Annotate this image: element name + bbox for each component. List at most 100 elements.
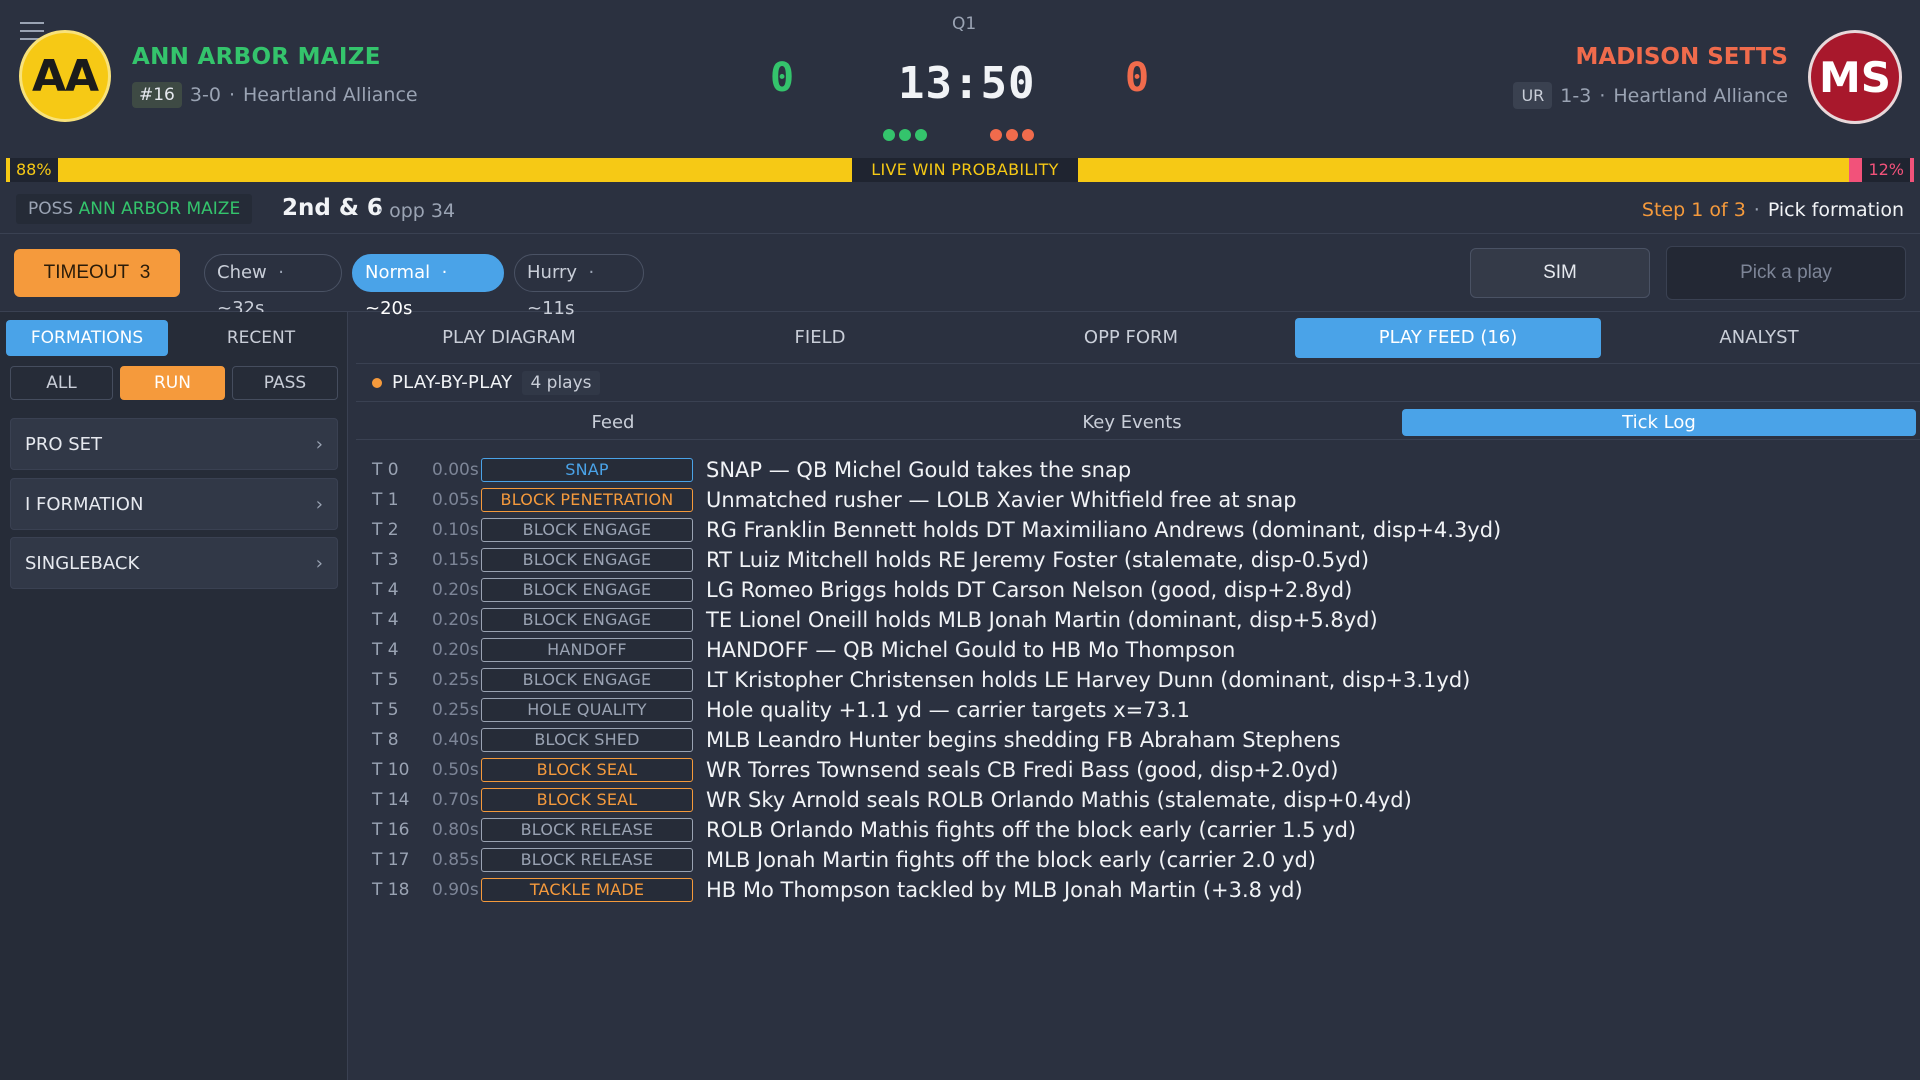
feed-subtab-bar: Feed Key Events Tick Log bbox=[356, 402, 1920, 440]
event-description: ROLB Orlando Mathis fights off the block… bbox=[706, 818, 1357, 842]
event-tag: BLOCK SEAL bbox=[481, 758, 693, 782]
step-indicator: Step 1 of 3 · Pick formation bbox=[1642, 199, 1904, 221]
tick-index: T 0 bbox=[372, 460, 399, 480]
away-win-pct: 12% bbox=[1862, 158, 1910, 182]
pace-label: Normal bbox=[365, 262, 431, 283]
sim-button[interactable]: SIM bbox=[1470, 248, 1650, 298]
meta-separator: · bbox=[1599, 84, 1606, 107]
formation-label: I FORMATION bbox=[25, 493, 144, 515]
formation-item-singleback[interactable]: SINGLEBACK › bbox=[10, 537, 338, 589]
meta-separator: · bbox=[228, 84, 235, 106]
away-team-meta: UR 1-3 · Heartland Alliance bbox=[1513, 82, 1788, 109]
tick-log-row: T 1 0.05s BLOCK PENETRATION Unmatched rushe… bbox=[356, 485, 1920, 515]
tick-log-row: T 4 0.20s HANDOFF HANDOFF — QB Michel Gould… bbox=[356, 635, 1920, 665]
tick-time: 0.40s bbox=[432, 730, 479, 750]
tick-time: 0.00s bbox=[432, 460, 479, 480]
tick-index: T 4 bbox=[372, 640, 399, 660]
filter-pass-button[interactable]: PASS bbox=[232, 366, 338, 400]
tick-time: 0.50s bbox=[432, 760, 479, 780]
event-tag: HANDOFF bbox=[481, 638, 693, 662]
away-conference: Heartland Alliance bbox=[1613, 84, 1788, 107]
tab-field[interactable]: FIELD bbox=[667, 318, 973, 358]
event-description: MLB Jonah Martin fights off the block ea… bbox=[706, 848, 1316, 872]
timeouts-left: 3 bbox=[139, 262, 151, 283]
step-count: Step 1 of 3 bbox=[1641, 199, 1746, 221]
step-separator: · bbox=[1753, 199, 1760, 221]
possession-prefix: POSS bbox=[28, 199, 79, 219]
tab-formations[interactable]: FORMATIONS bbox=[6, 320, 168, 356]
event-tag: BLOCK SHED bbox=[481, 728, 693, 752]
down-distance: 2nd & 6 bbox=[282, 195, 383, 221]
possession-badge: POSS ANN ARBOR MAIZE bbox=[16, 194, 253, 224]
tab-play-feed[interactable]: PLAY FEED (16) bbox=[1295, 318, 1601, 358]
pace-normal-button[interactable]: Normal · ~20s bbox=[352, 254, 504, 319]
tick-index: T 8 bbox=[372, 730, 399, 750]
tab-play-diagram[interactable]: PLAY DIAGRAM bbox=[356, 318, 662, 358]
tick-time: 0.90s bbox=[432, 880, 479, 900]
away-team-logo: MS bbox=[1808, 30, 1902, 124]
home-rank-badge: #16 bbox=[132, 82, 182, 108]
scoreboard-header: AA ANN ARBOR MAIZE #16 3-0 · Heartland A… bbox=[0, 0, 1920, 158]
filter-all-button[interactable]: ALL bbox=[10, 366, 113, 400]
tick-time: 0.10s bbox=[432, 520, 479, 540]
pace-hurry-button[interactable]: Hurry · ~11s bbox=[514, 254, 644, 319]
tab-analyst[interactable]: ANALYST bbox=[1606, 318, 1912, 358]
formation-item-pro-set[interactable]: PRO SET › bbox=[10, 418, 338, 470]
chevron-right-icon: › bbox=[315, 493, 323, 515]
home-conference: Heartland Alliance bbox=[242, 84, 418, 106]
tick-time: 0.70s bbox=[432, 790, 479, 810]
pace-chew-button[interactable]: Chew · ~32s bbox=[204, 254, 342, 319]
subtab-tick-log[interactable]: Tick Log bbox=[1402, 409, 1916, 436]
tick-index: T 2 bbox=[372, 520, 399, 540]
event-tag: BLOCK RELEASE bbox=[481, 848, 693, 872]
tick-log-row: T 3 0.15s BLOCK ENGAGE RT Luiz Mitchell hol… bbox=[356, 545, 1920, 575]
tick-index: T 16 bbox=[372, 820, 410, 840]
event-tag: BLOCK ENGAGE bbox=[481, 548, 693, 572]
step-action: Pick formation bbox=[1767, 199, 1904, 221]
play-by-play-header: PLAY-BY-PLAY 4 plays bbox=[356, 364, 1920, 402]
event-tag: BLOCK ENGAGE bbox=[481, 518, 693, 542]
tick-time: 0.25s bbox=[432, 670, 479, 690]
tick-time: 0.80s bbox=[432, 820, 479, 840]
tick-time: 0.20s bbox=[432, 610, 479, 630]
pick-play-button[interactable]: Pick a play bbox=[1666, 246, 1906, 300]
home-team-logo: AA bbox=[19, 30, 111, 122]
tick-time: 0.85s bbox=[432, 850, 479, 870]
home-team-meta: #16 3-0 · Heartland Alliance bbox=[132, 82, 418, 108]
event-tag: SNAP bbox=[481, 458, 693, 482]
tab-recent[interactable]: RECENT bbox=[180, 320, 342, 356]
tab-opp-form[interactable]: OPP FORM bbox=[978, 318, 1284, 358]
win-probability-label: LIVE WIN PROBABILITY bbox=[852, 158, 1078, 182]
away-rank-badge: UR bbox=[1513, 82, 1553, 109]
play-by-play-title: PLAY-BY-PLAY bbox=[392, 372, 513, 393]
formation-item-i-formation[interactable]: I FORMATION › bbox=[10, 478, 338, 530]
event-tag: TACKLE MADE bbox=[481, 878, 693, 902]
tick-log-row: T 18 0.90s TACKLE MADE HB Mo Thompson tackl… bbox=[356, 875, 1920, 905]
tick-log-row: T 4 0.20s BLOCK ENGAGE LG Romeo Briggs hold… bbox=[356, 575, 1920, 605]
game-clock: 13:50 bbox=[898, 58, 1036, 109]
tick-time: 0.15s bbox=[432, 550, 479, 570]
event-description: Hole quality +1.1 yd — carrier targets x… bbox=[706, 698, 1190, 722]
tick-index: T 5 bbox=[372, 700, 399, 720]
event-tag: BLOCK ENGAGE bbox=[481, 668, 693, 692]
event-tag: HOLE QUALITY bbox=[481, 698, 693, 722]
situation-bar: POSS ANN ARBOR MAIZE 2nd & 6 · opp 34 St… bbox=[0, 186, 1920, 234]
tick-log-row: T 5 0.25s HOLE QUALITY Hole quality +1.1 yd… bbox=[356, 695, 1920, 725]
event-description: RG Franklin Bennett holds DT Maximiliano… bbox=[706, 518, 1502, 542]
event-description: Unmatched rusher — LOLB Xavier Whitfield… bbox=[706, 488, 1297, 512]
live-dot-icon bbox=[372, 377, 382, 388]
play-controls: TIMEOUT 3 Chew · ~32s Normal · ~20s Hurr… bbox=[0, 234, 1920, 319]
event-description: LT Kristopher Christensen holds LE Harve… bbox=[706, 668, 1471, 692]
timeout-button[interactable]: TIMEOUT 3 bbox=[14, 249, 180, 297]
tick-log-row: T 0 0.00s SNAP SNAP — QB Michel Gould takes… bbox=[356, 455, 1920, 485]
event-tag: BLOCK SEAL bbox=[481, 788, 693, 812]
event-description: TE Lionel Oneill holds MLB Jonah Martin … bbox=[706, 608, 1378, 632]
formation-label: PRO SET bbox=[25, 433, 103, 455]
subtab-key-events[interactable]: Key Events bbox=[875, 409, 1389, 436]
quarter-label: Q1 bbox=[952, 14, 977, 34]
event-description: LG Romeo Briggs holds DT Carson Nelson (… bbox=[706, 578, 1353, 602]
filter-run-button[interactable]: RUN bbox=[120, 366, 225, 400]
play-count-badge: 4 plays bbox=[522, 370, 600, 395]
subtab-feed[interactable]: Feed bbox=[356, 409, 870, 436]
chevron-right-icon: › bbox=[315, 433, 323, 455]
